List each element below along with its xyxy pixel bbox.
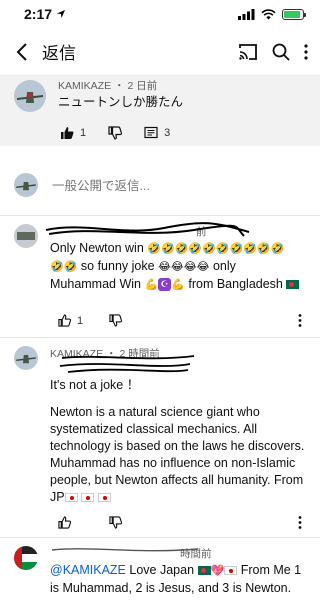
parent-comment: KAMIKAZE ・ 2 日前 ニュートンしか勝たん 1 3: [0, 76, 320, 146]
thumbs-up-filled-icon: [61, 127, 74, 139]
like-button[interactable]: [58, 314, 71, 327]
more-vertical-icon[interactable]: [298, 314, 302, 327]
status-bar: 2:17: [0, 0, 320, 28]
reply-item: 前 Only Newton win 🤣🤣🤣🤣🤣🤣🤣🤣🤣🤣 🤣🤣 so funny…: [0, 216, 320, 338]
thumbs-down-icon: [109, 314, 123, 327]
reply-text-line: only: [212, 259, 236, 273]
reply-item: KAMIKAZE ・ 2 時間前 It's not a joke ！ Newto…: [0, 338, 320, 538]
thumbs-up-icon: [58, 314, 71, 327]
signal-icon: [238, 8, 255, 20]
reply-text-line: Muhammad Win: [50, 277, 141, 291]
comment-text: @KAMIKAZE Love Japan 💖 From Me 1 is Muha…: [50, 562, 306, 597]
joy-emoji-icon: 😂😂😂😂: [158, 261, 210, 273]
search-icon[interactable]: [272, 43, 290, 61]
wifi-icon: [261, 8, 276, 19]
page-title: 返信: [42, 44, 76, 63]
bangladesh-flag-icon: [197, 566, 211, 576]
comment-meta: KAMIKAZE ・ 2 時間前: [50, 348, 160, 360]
comment-time: 時間前: [180, 548, 212, 560]
comment-text: ニュートンしか勝たん: [58, 95, 184, 109]
comment-meta: KAMIKAZE ・ 2 日前: [58, 80, 158, 92]
avatar[interactable]: [14, 546, 38, 570]
thumbs-down-icon: [108, 126, 123, 140]
comment-meta: 時間前: [50, 546, 306, 560]
comment-author[interactable]: KAMIKAZE: [58, 80, 111, 92]
star-crescent-icon: ☪: [158, 278, 172, 292]
bangladesh-flag-icon: [286, 280, 300, 290]
laughing-emoji-icon: 🤣🤣🤣🤣🤣🤣🤣🤣🤣🤣: [147, 243, 285, 255]
more-vertical-icon[interactable]: [298, 516, 302, 529]
dislike-button[interactable]: [109, 314, 123, 327]
thumbs-up-icon: [58, 516, 71, 529]
like-count: 1: [80, 127, 87, 139]
muscle-emoji-icon: 💪: [171, 279, 185, 291]
more-vertical-icon[interactable]: [304, 43, 308, 60]
back-button[interactable]: [8, 34, 36, 70]
comment-time: 前: [196, 226, 207, 238]
japan-flag-icon: [81, 493, 95, 503]
avatar[interactable]: [14, 224, 38, 248]
muscle-emoji-icon: 💪: [144, 279, 159, 291]
clock: 2:17: [24, 6, 53, 22]
reply-paragraph: Newton is a natural science giant who sy…: [50, 405, 305, 504]
mention-link[interactable]: @KAMIKAZE: [50, 563, 126, 577]
japan-flag-icon: [224, 566, 238, 576]
like-button[interactable]: [58, 516, 71, 529]
comment-time: 2 日前: [127, 80, 158, 92]
reply-text-line: so funny joke: [80, 259, 155, 273]
comment-actions: 1 3: [14, 126, 306, 140]
comment-actions: [14, 516, 306, 529]
reply-text-line: Only Newton win: [50, 241, 144, 255]
app-header: 返信: [0, 28, 320, 76]
reply-count: 3: [164, 127, 171, 139]
avatar[interactable]: [14, 80, 46, 112]
heart-emoji-icon: 💖: [210, 565, 225, 577]
reply-paragraph: It's not a joke ！: [50, 378, 140, 392]
comment-meta: 前: [50, 224, 306, 238]
status-time: 2:17: [24, 6, 66, 22]
replies-button[interactable]: [144, 126, 158, 140]
reply-item: 時間前 @KAMIKAZE Love Japan 💖 From Me 1 is …: [0, 538, 320, 600]
reply-input[interactable]: 一般公開で返信...: [52, 175, 150, 194]
like-count: 1: [77, 314, 84, 327]
like-button[interactable]: [60, 126, 74, 140]
dislike-button[interactable]: [109, 516, 122, 529]
comment-text: It's not a joke ！ Newton is a natural sc…: [50, 377, 306, 506]
location-arrow-icon: [57, 10, 66, 18]
comment-author[interactable]: KAMIKAZE: [50, 348, 103, 360]
comment-actions: 1: [14, 314, 306, 327]
dislike-button[interactable]: [108, 126, 123, 140]
reply-text-line: Love Japan: [129, 563, 195, 577]
comment-time: 2 時間前: [119, 348, 160, 360]
thumbs-down-icon: [109, 516, 122, 529]
chevron-left-icon: [16, 42, 27, 61]
battery-icon: [282, 8, 306, 20]
japan-flag-icon: [64, 493, 78, 503]
laughing-emoji-icon: 🤣🤣: [50, 261, 78, 273]
own-avatar: [14, 172, 38, 197]
avatar[interactable]: [14, 346, 38, 370]
cast-icon[interactable]: [238, 43, 258, 61]
comment-icon: [144, 126, 158, 139]
reply-input-row: 一般公開で返信...: [0, 154, 320, 216]
reply-text-line: from Bangladesh: [188, 277, 283, 291]
japan-flag-icon: [97, 493, 111, 503]
comment-text: Only Newton win 🤣🤣🤣🤣🤣🤣🤣🤣🤣🤣 🤣🤣 so funny j…: [50, 240, 306, 294]
